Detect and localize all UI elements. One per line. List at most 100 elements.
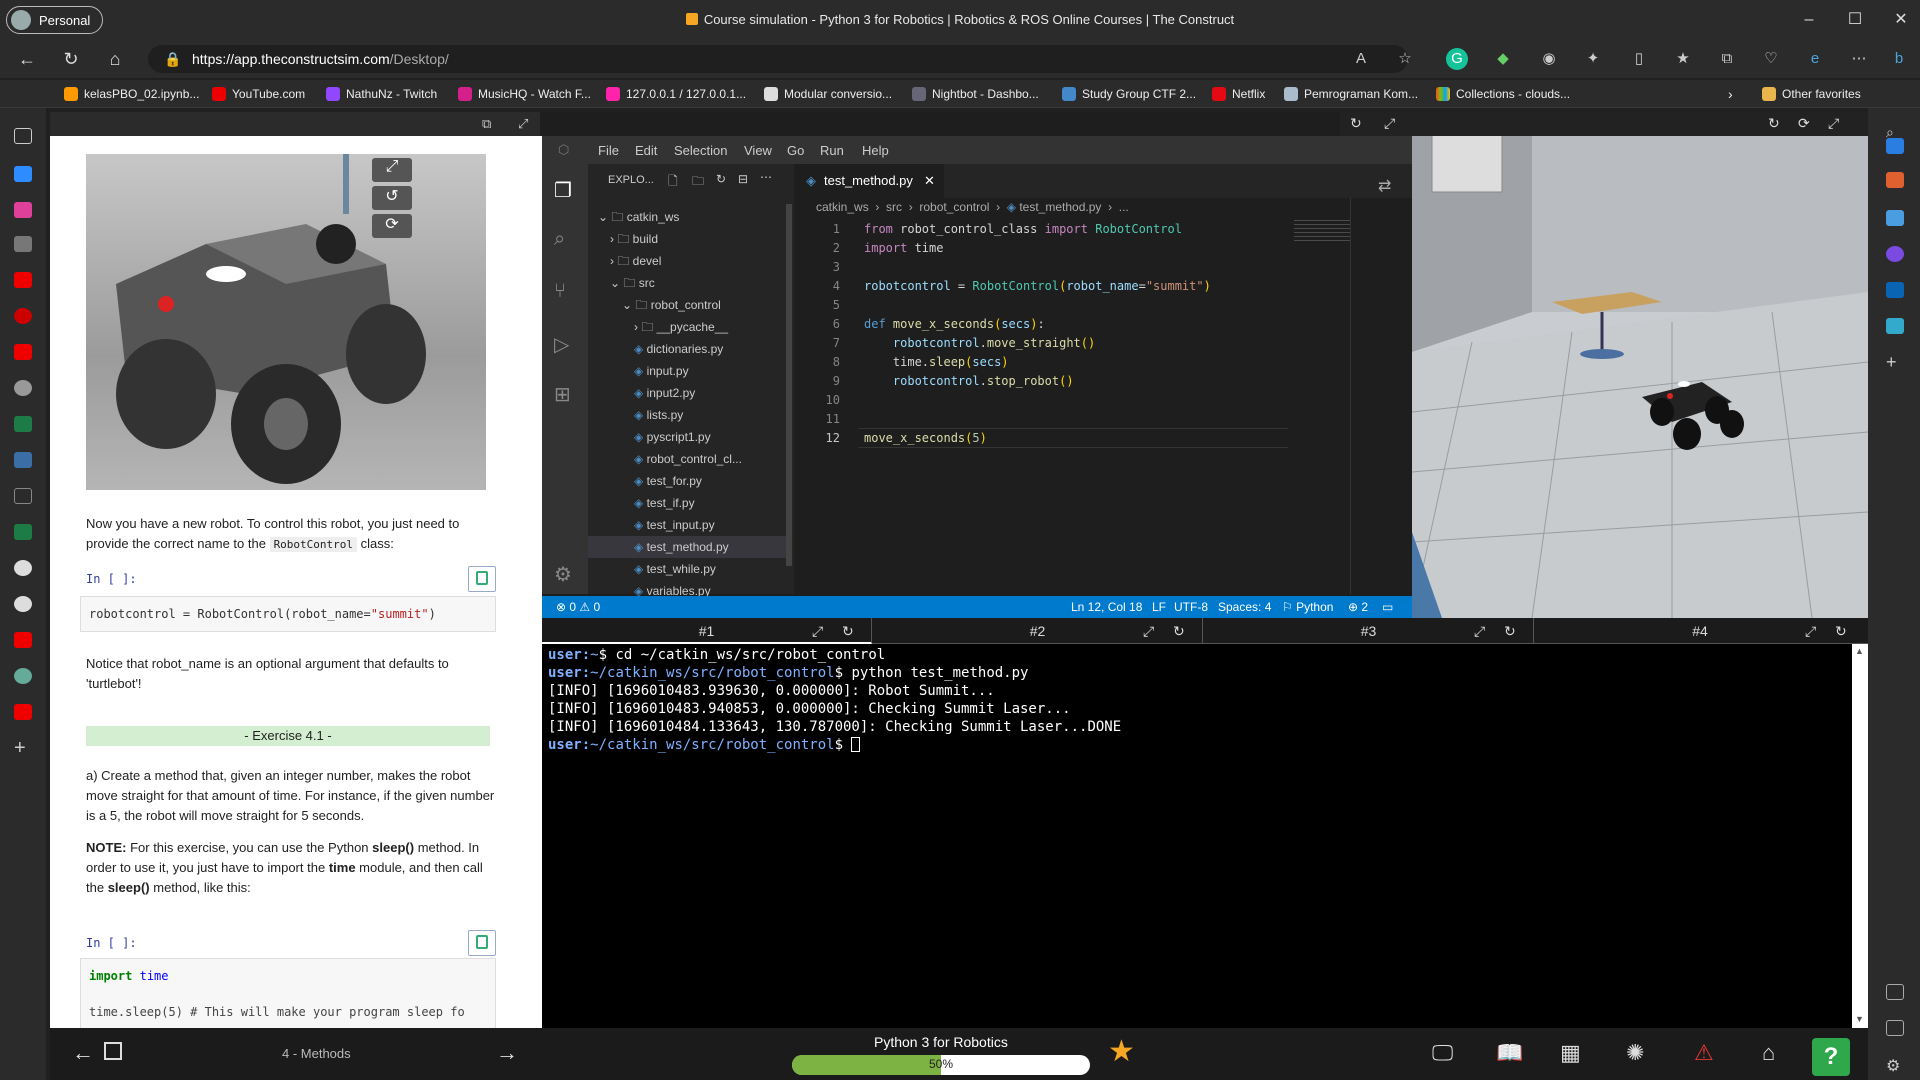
copilot-icon[interactable]: b bbox=[1888, 48, 1910, 70]
previous-arrow-icon[interactable]: ← bbox=[72, 1040, 94, 1066]
notifications-indicator[interactable]: ⊕ 2 bbox=[1348, 600, 1368, 614]
open-changes-icon[interactable]: ⇄ bbox=[1378, 176, 1391, 196]
next-arrow-icon[interactable]: → bbox=[496, 1040, 518, 1066]
explorer-item[interactable]: ⌄ 🗀 catkin_ws bbox=[588, 206, 786, 228]
menu-selection[interactable]: Selection bbox=[674, 143, 727, 158]
home-icon[interactable]: ⌂ bbox=[102, 46, 128, 72]
fav-item[interactable]: Pemrograman Kom... bbox=[1284, 84, 1418, 104]
tag-icon[interactable] bbox=[1886, 138, 1904, 154]
menu-run[interactable]: Run bbox=[820, 143, 844, 158]
back-arrow-icon[interactable]: ← bbox=[14, 46, 40, 72]
desktop-icon[interactable]: 🖵 bbox=[1432, 1040, 1453, 1066]
drop-icon[interactable] bbox=[1886, 318, 1904, 334]
expand-icon[interactable]: ⤢ bbox=[1805, 618, 1816, 644]
refresh-icon[interactable]: ↻ bbox=[1504, 618, 1516, 644]
excel-icon[interactable] bbox=[14, 416, 32, 432]
music-tab-icon[interactable] bbox=[14, 202, 32, 218]
explorer-item[interactable]: › 🗀 build bbox=[588, 228, 786, 250]
chatgpt-icon[interactable]: ✺ bbox=[1626, 1040, 1644, 1066]
restore-icon[interactable]: ⧉ bbox=[482, 116, 491, 132]
extensions-icon[interactable]: ⊞ bbox=[554, 382, 571, 407]
explorer-icon[interactable]: ❐ bbox=[554, 178, 572, 203]
run-debug-icon[interactable]: ▷ bbox=[554, 332, 569, 357]
gazebo-simulation[interactable] bbox=[1412, 112, 1868, 618]
chatgpt-icon[interactable] bbox=[14, 668, 32, 684]
explorer-item[interactable]: ⌄ 🗀 robot_control bbox=[588, 294, 786, 316]
menu-file[interactable]: File bbox=[598, 143, 619, 158]
settings-gear-icon[interactable]: ⚙ bbox=[1886, 1056, 1904, 1075]
refresh-icon[interactable]: ↻ bbox=[1768, 115, 1780, 132]
terminal-tab-2[interactable]: #2 ⤢ ↻ bbox=[873, 618, 1203, 644]
minimize-button[interactable]: – bbox=[1794, 8, 1824, 32]
excel-icon[interactable] bbox=[14, 524, 32, 540]
terminal-tab-3[interactable]: #3 ⤢ ↻ bbox=[1204, 618, 1534, 644]
favorites-icon[interactable]: ★ bbox=[1672, 48, 1694, 70]
search-icon[interactable]: ⌕ bbox=[554, 228, 565, 251]
home-icon[interactable]: ⌂ bbox=[1762, 1040, 1775, 1066]
problems-indicator[interactable]: ⊗ 0 ⚠ 0 bbox=[556, 600, 600, 614]
layout-icon[interactable]: ▭ bbox=[1382, 600, 1393, 614]
copy-code-button[interactable] bbox=[468, 566, 496, 592]
more-menu-icon[interactable]: ⋯ bbox=[1848, 48, 1870, 70]
outlook-icon[interactable] bbox=[1886, 282, 1904, 298]
video-tab-icon[interactable] bbox=[14, 166, 32, 182]
fav-item[interactable]: YouTube.com bbox=[212, 84, 305, 104]
expand-icon[interactable]: ⤢ bbox=[1384, 115, 1395, 132]
menu-go[interactable]: Go bbox=[787, 143, 804, 158]
help-button[interactable]: ? bbox=[1812, 1038, 1850, 1076]
indent-indicator[interactable]: Spaces: 4 bbox=[1218, 600, 1271, 614]
star-icon[interactable]: ★ bbox=[1108, 1034, 1135, 1069]
fav-item[interactable]: Study Group CTF 2... bbox=[1062, 84, 1196, 104]
explorer-item[interactable]: › 🗀 devel bbox=[588, 250, 786, 272]
m365-icon[interactable] bbox=[1886, 246, 1904, 262]
fav-item[interactable]: Nightbot - Dashbo... bbox=[912, 84, 1039, 104]
fav-item[interactable]: MusicHQ - Watch F... bbox=[458, 84, 591, 104]
explorer-item[interactable]: ◈ robot_control_cl... bbox=[588, 448, 786, 470]
extensions-puzzle-icon[interactable]: ✦ bbox=[1582, 48, 1604, 70]
fullscreen-icon[interactable]: ⤢ bbox=[372, 158, 412, 182]
refresh-icon[interactable]: ↻ bbox=[1835, 618, 1847, 644]
close-window-button[interactable]: ✕ bbox=[1886, 8, 1916, 32]
terminal[interactable]: user:~$ cd ~/catkin_ws/src/robot_control… bbox=[542, 644, 1852, 1028]
encoding-indicator[interactable]: UTF-8 bbox=[1174, 600, 1208, 614]
speaker-icon[interactable] bbox=[14, 236, 32, 252]
code-cell[interactable]: import time time.sleep(5) # This will mak… bbox=[80, 958, 496, 1028]
fav-item[interactable]: Collections - clouds... bbox=[1436, 84, 1570, 104]
explorer-item[interactable]: ◈ test_input.py bbox=[588, 514, 786, 536]
favorite-star-icon[interactable]: ☆ bbox=[1394, 48, 1416, 70]
explorer-item[interactable]: ◈ test_for.py bbox=[588, 470, 786, 492]
fav-item[interactable]: NathuNz - Twitch bbox=[326, 84, 437, 104]
code-cell[interactable]: robotcontrol = RobotControl(robot_name="… bbox=[80, 596, 496, 632]
collapse-all-icon[interactable]: ⊟ bbox=[738, 172, 748, 186]
add-sidebar-icon[interactable]: + bbox=[1886, 353, 1904, 371]
fav-item[interactable]: 127.0.0.1 / 127.0.0.1... bbox=[606, 84, 746, 104]
explorer-item[interactable]: ◈ pyscript1.py bbox=[588, 426, 786, 448]
source-control-icon[interactable]: ⑂ bbox=[554, 280, 566, 303]
fav-item[interactable]: Netflix bbox=[1212, 84, 1265, 104]
minimap[interactable] bbox=[1294, 220, 1350, 242]
menu-help[interactable]: Help bbox=[862, 143, 889, 158]
split-screen-icon[interactable]: ▯ bbox=[1628, 48, 1650, 70]
terminal-tab-1[interactable]: #1 ⤢ ↻ bbox=[542, 618, 872, 644]
extension-icon[interactable]: ◆ bbox=[1492, 48, 1514, 70]
explorer-item[interactable]: ◈ test_if.py bbox=[588, 492, 786, 514]
games-icon[interactable] bbox=[1886, 210, 1904, 226]
menu-edit[interactable]: Edit bbox=[635, 143, 657, 158]
fav-item[interactable]: kelasPBO_02.ipynb... bbox=[64, 84, 199, 104]
refresh-icon[interactable]: ↻ bbox=[842, 618, 854, 644]
document-icon[interactable] bbox=[14, 488, 32, 504]
explorer-item[interactable]: ◈ test_method.py bbox=[588, 536, 786, 558]
refresh-icon[interactable]: ↻ bbox=[1350, 115, 1362, 132]
github-icon[interactable] bbox=[14, 596, 32, 612]
tab-test-method[interactable]: ◈ test_method.py ✕ bbox=[794, 164, 944, 198]
read-aloud-icon[interactable]: A bbox=[1350, 48, 1372, 70]
terminal-scrollbar[interactable]: ▲ ▼ bbox=[1852, 644, 1868, 1028]
eol-indicator[interactable]: LF bbox=[1152, 600, 1166, 614]
external-icon[interactable] bbox=[1886, 1020, 1904, 1036]
expand-icon[interactable]: ⤢ bbox=[518, 116, 528, 132]
explorer-item[interactable]: ⌄ 🗀 src bbox=[588, 272, 786, 294]
github-icon[interactable] bbox=[14, 560, 32, 576]
new-file-icon[interactable]: 🗋 bbox=[668, 172, 678, 193]
youtube-icon[interactable] bbox=[14, 704, 32, 720]
tools-icon[interactable] bbox=[1886, 172, 1904, 188]
